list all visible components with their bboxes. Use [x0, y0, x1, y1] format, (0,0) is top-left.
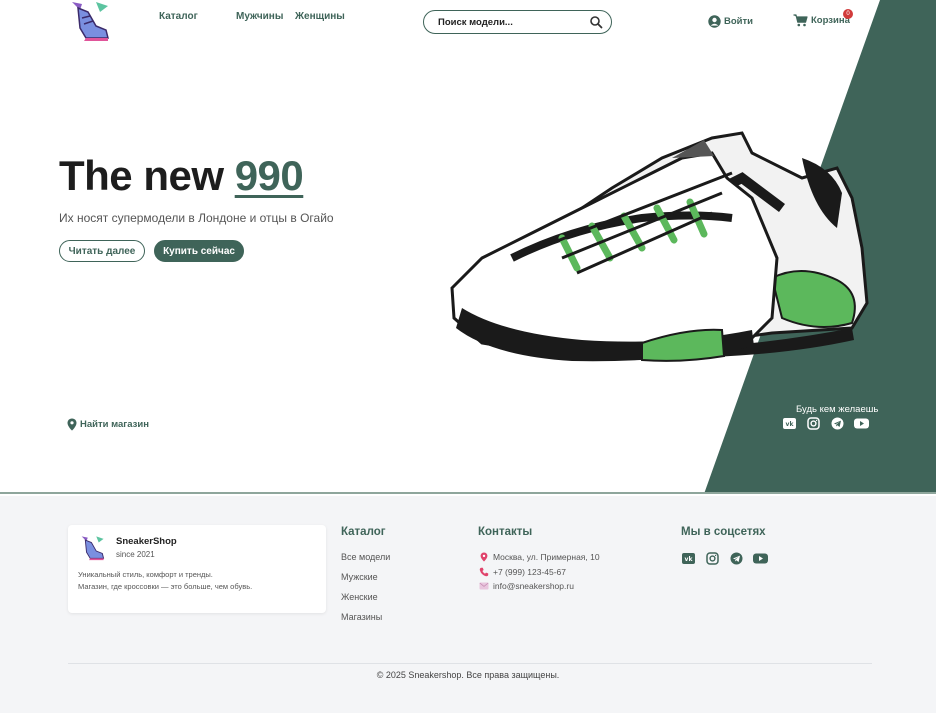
nav-men[interactable]: Мужчины	[236, 11, 283, 22]
contacts-heading: Контакты	[478, 526, 533, 538]
find-store-link[interactable]: Найти магазин	[67, 418, 149, 431]
site-footer: SneakerShop since 2021 Уникальный стиль,…	[0, 496, 936, 713]
brand-name: SneakerShop	[116, 536, 177, 547]
logo-sneaker-icon[interactable]	[66, 0, 112, 42]
search-box	[423, 10, 612, 34]
telegram-icon[interactable]	[830, 416, 845, 431]
search-icon[interactable]	[589, 15, 603, 29]
footer-link-men[interactable]: Мужские	[341, 571, 390, 591]
footer-link-women[interactable]: Женские	[341, 591, 390, 611]
brand-since: since 2021	[116, 550, 155, 559]
contact-phone-text: +7 (999) 123-45-67	[493, 566, 567, 577]
contact-address-text: Москва, ул. Примерная, 10	[493, 552, 600, 563]
brand-description-line: Уникальный стиль, комфорт и тренды.	[78, 570, 213, 579]
read-more-button[interactable]: Читать далее	[59, 240, 145, 262]
vk-icon[interactable]: vk	[782, 416, 797, 431]
contact-email-text[interactable]: info@sneakershop.ru	[493, 581, 574, 591]
svg-text:vk: vk	[685, 556, 694, 563]
nav-women[interactable]: Женщины	[295, 11, 345, 22]
hero-social-links: vk	[782, 416, 869, 431]
hero-tagline: Будь кем желаешь	[796, 404, 879, 415]
footer-link-all-models[interactable]: Все модели	[341, 551, 390, 571]
hero-subtitle: Их носят супермодели в Лондоне и отцы в …	[59, 211, 334, 225]
brand-logo-icon	[81, 536, 105, 561]
cart-button[interactable]: Корзина	[793, 13, 850, 27]
hero-title: The new 990	[59, 152, 304, 200]
map-pin-icon	[67, 418, 77, 431]
contact-address: Москва, ул. Примерная, 10	[479, 550, 600, 565]
contact-email: info@sneakershop.ru	[479, 579, 600, 594]
vk-icon[interactable]: vk	[681, 551, 696, 566]
social-heading: Мы в соцсетях	[681, 526, 766, 538]
cart-count-badge: 0	[843, 9, 853, 19]
svg-text:vk: vk	[786, 421, 795, 428]
footer-divider	[68, 663, 872, 664]
instagram-icon[interactable]	[705, 551, 720, 566]
youtube-icon[interactable]	[753, 551, 768, 566]
buy-now-button[interactable]: Купить сейчас	[154, 240, 244, 262]
brand-card: SneakerShop since 2021 Уникальный стиль,…	[68, 525, 326, 613]
search-input[interactable]	[438, 15, 588, 29]
site-header: Каталог Мужчины Женщины Войти К	[0, 0, 936, 44]
hero-section: Каталог Мужчины Женщины Войти К	[0, 0, 936, 494]
hero-title-prefix: The new	[59, 152, 235, 199]
brand-description-line: Магазин, где кроссовки — это больше, чем…	[78, 582, 253, 591]
footer-social-links: vk	[681, 551, 768, 566]
contacts-list: Москва, ул. Примерная, 10 +7 (999) 123-4…	[479, 550, 600, 594]
phone-icon	[479, 567, 489, 576]
contact-phone: +7 (999) 123-45-67	[479, 565, 600, 580]
cart-icon	[793, 13, 808, 26]
hero-sneaker-image	[450, 131, 869, 362]
hero-title-accent: 990	[234, 152, 304, 199]
telegram-icon[interactable]	[729, 551, 744, 566]
login-label: Войти	[724, 15, 753, 27]
instagram-icon[interactable]	[806, 416, 821, 431]
find-store-label: Найти магазин	[80, 419, 149, 430]
youtube-icon[interactable]	[854, 416, 869, 431]
footer-link-stores[interactable]: Магазины	[341, 611, 390, 631]
user-circle-icon	[708, 14, 721, 28]
envelope-icon	[479, 582, 489, 590]
catalog-heading: Каталог	[341, 526, 386, 538]
catalog-links: Все модели Мужские Женские Магазины	[341, 551, 390, 631]
nav-catalog[interactable]: Каталог	[159, 11, 198, 22]
copyright-text: © 2025 Sneakershop. Все права защищены.	[376, 670, 560, 680]
location-pin-icon	[480, 552, 488, 562]
brand-description: Уникальный стиль, комфорт и тренды. Мага…	[78, 569, 318, 593]
login-button[interactable]: Войти	[708, 14, 753, 28]
